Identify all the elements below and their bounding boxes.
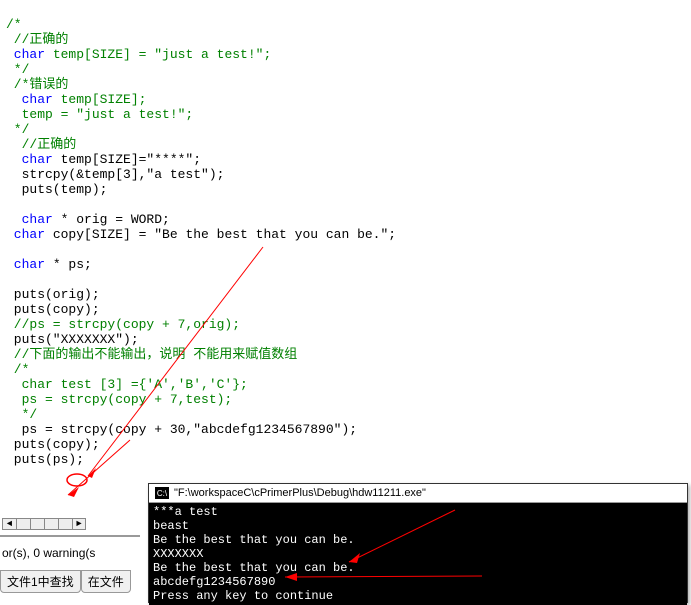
console-line: beast [153, 519, 189, 533]
arrow-head-icon [88, 468, 96, 478]
code-text: * orig = WORD; [53, 212, 170, 227]
ruler-mark: ► [72, 518, 86, 530]
tab-find-in-files-2[interactable]: 在文件 [81, 570, 131, 593]
console-icon: C:\ [155, 487, 169, 499]
keyword: char [6, 257, 45, 272]
code-line: /* [6, 17, 22, 32]
keyword: char [6, 47, 45, 62]
code-line: puts(temp); [6, 182, 107, 197]
code-line: temp = "just a test!"; [6, 107, 193, 122]
code-line: ps = strcpy(copy + 30,"abcdefg1234567890… [6, 422, 357, 437]
console-line: ***a test [153, 505, 218, 519]
ruler-mark [16, 518, 30, 530]
code-editor[interactable]: /* //正确的 char temp[SIZE] = "just a test!… [0, 0, 691, 469]
code-line: puts(copy); [6, 437, 100, 452]
console-title-text: "F:\workspaceC\cPrimerPlus\Debug\hdw1121… [174, 487, 426, 499]
code-line: */ [6, 62, 29, 77]
console-line: Press any key to continue [153, 589, 333, 603]
keyword: char [6, 212, 53, 227]
arrow-head-icon [68, 487, 79, 497]
console-line: Be the best that you can be. [153, 561, 355, 575]
code-line: */ [6, 407, 37, 422]
code-line: puts(ps); [6, 452, 84, 467]
red-circle-annotation [67, 474, 87, 486]
code-line: puts("XXXXXXX"); [6, 332, 139, 347]
tab-find-in-files-1[interactable]: 文件1中查找 [0, 570, 81, 593]
bottom-tabs: 文件1中查找 在文件 [0, 570, 131, 593]
code-text: * ps; [45, 257, 92, 272]
code-line: //下面的输出不能输出，说明 不能用来赋值数组 [6, 347, 297, 362]
code-line: */ [6, 122, 29, 137]
console-line: Be the best that you can be. [153, 533, 355, 547]
ruler-mark [58, 518, 72, 530]
console-output: ***a test beast Be the best that you can… [149, 503, 687, 605]
console-window[interactable]: C:\ "F:\workspaceC\cPrimerPlus\Debug\hdw… [148, 483, 688, 603]
code-text: temp[SIZE]; [53, 92, 147, 107]
code-line: /*错误的 [6, 77, 68, 92]
code-line: //ps = strcpy(copy + 7,orig); [6, 317, 240, 332]
divider [0, 535, 140, 537]
ruler-mark [30, 518, 44, 530]
keyword: char [6, 92, 53, 107]
keyword: char [6, 227, 45, 242]
ruler-mark: ◄ [2, 518, 16, 530]
code-line: /* [6, 362, 29, 377]
code-line: puts(copy); [6, 302, 100, 317]
keyword: char [6, 152, 53, 167]
code-line: strcpy(&temp[3],"a test"); [6, 167, 224, 182]
code-text: temp[SIZE] = "just a test!"; [45, 47, 271, 62]
code-text: temp[SIZE]="****"; [53, 152, 201, 167]
code-line: //正确的 [6, 137, 76, 152]
code-line: puts(orig); [6, 287, 100, 302]
console-titlebar[interactable]: C:\ "F:\workspaceC\cPrimerPlus\Debug\hdw… [149, 484, 687, 503]
ruler-mark [44, 518, 58, 530]
console-line: XXXXXXX [153, 547, 203, 561]
console-line: abcdefg1234567890 [153, 575, 275, 589]
code-line: char test [3] ={'A','B','C'}; [6, 377, 248, 392]
code-line: ps = strcpy(copy + 7,test); [6, 392, 232, 407]
build-status: or(s), 0 warning(s [0, 546, 95, 560]
code-text: copy[SIZE] = "Be the best that you can b… [45, 227, 396, 242]
ruler-bar: ◄ ► [2, 518, 86, 530]
code-line: //正确的 [6, 32, 68, 47]
